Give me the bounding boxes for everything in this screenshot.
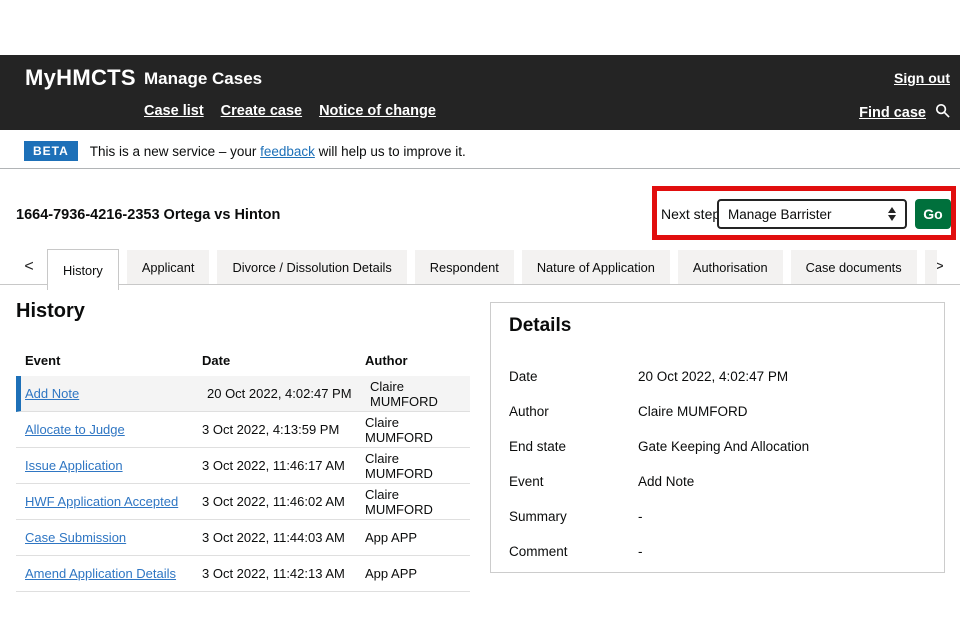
tab-nature-of-application[interactable]: Nature of Application xyxy=(522,250,670,284)
detail-row: Event Add Note xyxy=(509,464,934,499)
detail-value: Add Note xyxy=(638,474,694,489)
table-row: Add Note 20 Oct 2022, 4:02:47 PM Claire … xyxy=(16,376,470,412)
row-author: Claire MUMFORD xyxy=(370,379,475,409)
table-row: Allocate to Judge 3 Oct 2022, 4:13:59 PM… xyxy=(16,412,470,448)
tab-partial-next[interactable] xyxy=(925,250,937,284)
detail-row: End state Gate Keeping And Allocation xyxy=(509,429,934,464)
next-step-label: Next step xyxy=(661,206,720,222)
row-author: Claire MUMFORD xyxy=(365,451,470,481)
row-date: 3 Oct 2022, 4:13:59 PM xyxy=(202,422,365,437)
row-author: Claire MUMFORD xyxy=(365,487,470,517)
app-header: MyHMCTS Manage Cases Sign out Case list … xyxy=(0,55,960,130)
details-panel: Details Date 20 Oct 2022, 4:02:47 PM Aut… xyxy=(490,302,945,573)
col-event: Event xyxy=(16,353,202,368)
event-link[interactable]: Amend Application Details xyxy=(25,566,176,581)
table-row: Issue Application 3 Oct 2022, 11:46:17 A… xyxy=(16,448,470,484)
feedback-link[interactable]: feedback xyxy=(260,144,315,159)
nav-create-case[interactable]: Create case xyxy=(221,103,302,119)
tab-authorisation[interactable]: Authorisation xyxy=(678,250,783,284)
detail-row: Date 20 Oct 2022, 4:02:47 PM xyxy=(509,359,934,394)
table-row: Amend Application Details 3 Oct 2022, 11… xyxy=(16,556,470,592)
tab-history[interactable]: History xyxy=(47,249,119,290)
detail-label: Summary xyxy=(509,509,638,524)
beta-text-before: This is a new service – your xyxy=(90,144,260,159)
row-author: App APP xyxy=(365,566,470,581)
detail-row: Author Claire MUMFORD xyxy=(509,394,934,429)
detail-label: Author xyxy=(509,404,638,419)
row-author: App APP xyxy=(365,530,470,545)
detail-row: Comment - xyxy=(509,534,934,569)
row-date: 3 Oct 2022, 11:46:02 AM xyxy=(202,494,365,509)
next-step-select[interactable]: Manage Barrister xyxy=(717,199,907,229)
beta-badge: BETA xyxy=(24,141,78,161)
tab-applicant[interactable]: Applicant xyxy=(127,250,210,284)
detail-value: 20 Oct 2022, 4:02:47 PM xyxy=(638,369,788,384)
tab-case-documents[interactable]: Case documents xyxy=(791,250,917,284)
find-case-link[interactable]: Find case xyxy=(859,105,926,121)
primary-nav: Case list Create case Notice of change xyxy=(144,103,436,119)
table-row: Case Submission 3 Oct 2022, 11:44:03 AM … xyxy=(16,520,470,556)
event-link[interactable]: Case Submission xyxy=(25,530,126,545)
tab-divorce-dissolution-details[interactable]: Divorce / Dissolution Details xyxy=(217,250,406,284)
detail-label: Date xyxy=(509,369,638,384)
detail-value: Claire MUMFORD xyxy=(638,404,748,419)
sign-out-link[interactable]: Sign out xyxy=(894,70,950,86)
col-author: Author xyxy=(365,353,470,368)
tab-respondent[interactable]: Respondent xyxy=(415,250,514,284)
event-link[interactable]: Allocate to Judge xyxy=(25,422,125,437)
brand-logo: MyHMCTS xyxy=(25,65,136,91)
detail-value: - xyxy=(638,544,643,559)
page: MyHMCTS Manage Cases Sign out Case list … xyxy=(0,0,960,640)
select-spinner-icon xyxy=(888,207,896,221)
event-link[interactable]: HWF Application Accepted xyxy=(25,494,178,509)
history-table: Event Date Author Add Note 20 Oct 2022, … xyxy=(16,345,470,592)
detail-row: Summary - xyxy=(509,499,934,534)
row-date: 3 Oct 2022, 11:42:13 AM xyxy=(202,566,365,581)
row-date: 20 Oct 2022, 4:02:47 PM xyxy=(207,386,370,401)
nav-case-list[interactable]: Case list xyxy=(144,103,204,119)
service-name: Manage Cases xyxy=(144,69,262,89)
tab-bar: History Applicant Divorce / Dissolution … xyxy=(47,250,937,290)
beta-banner: BETA This is a new service – your feedba… xyxy=(24,141,466,161)
detail-value: - xyxy=(638,509,643,524)
go-button[interactable]: Go xyxy=(915,199,951,229)
table-row: HWF Application Accepted 3 Oct 2022, 11:… xyxy=(16,484,470,520)
history-table-header: Event Date Author xyxy=(16,345,470,376)
row-author: Claire MUMFORD xyxy=(365,415,470,445)
find-case: Find case xyxy=(859,103,950,123)
case-title: 1664-7936-4216-2353 Ortega vs Hinton xyxy=(16,207,280,223)
event-link[interactable]: Issue Application xyxy=(25,458,123,473)
detail-value: Gate Keeping And Allocation xyxy=(638,439,809,454)
beta-text-after: will help us to improve it. xyxy=(315,144,466,159)
detail-label: Event xyxy=(509,474,638,489)
history-heading: History xyxy=(16,300,85,323)
beta-divider xyxy=(0,168,960,169)
row-date: 3 Oct 2022, 11:44:03 AM xyxy=(202,530,365,545)
detail-label: End state xyxy=(509,439,638,454)
nav-notice-of-change[interactable]: Notice of change xyxy=(319,103,436,119)
event-link[interactable]: Add Note xyxy=(25,386,79,401)
beta-text: This is a new service – your feedback wi… xyxy=(90,144,466,159)
search-icon[interactable] xyxy=(935,103,950,123)
details-fields: Date 20 Oct 2022, 4:02:47 PM Author Clai… xyxy=(509,359,934,569)
col-date: Date xyxy=(202,353,365,368)
tabs-scroll-left-icon[interactable]: < xyxy=(18,250,40,284)
next-step-selected-option: Manage Barrister xyxy=(728,207,888,222)
details-heading: Details xyxy=(509,315,571,337)
row-date: 3 Oct 2022, 11:46:17 AM xyxy=(202,458,365,473)
detail-label: Comment xyxy=(509,544,638,559)
